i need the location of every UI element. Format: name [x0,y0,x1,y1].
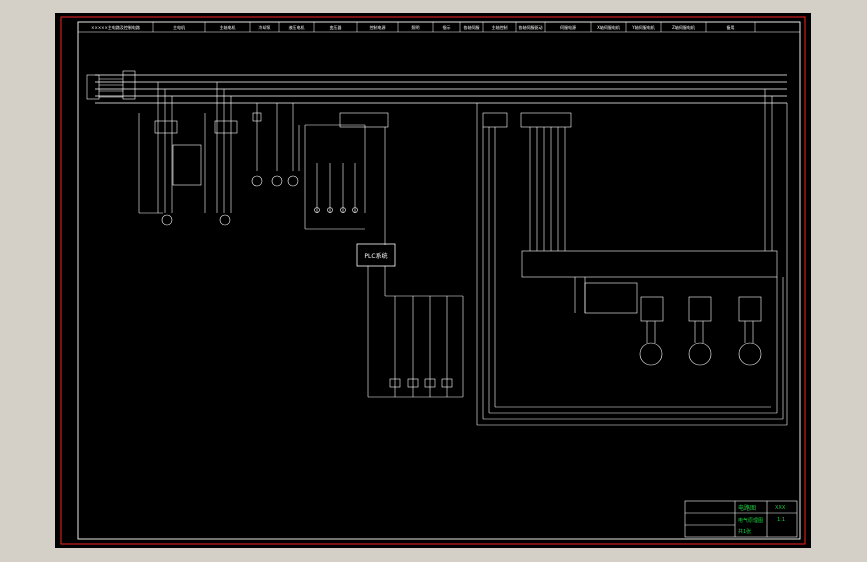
header-cell-label: 各轴伺服驱动 [519,24,543,30]
servo-drive-bus [521,250,778,278]
header-cell-label: 变压器 [330,24,342,30]
control-transformer [304,112,389,245]
inner-border [77,21,801,540]
title-drawing-name: 电路图 [738,504,756,512]
header-cell-label: 主轴电机 [220,24,236,30]
schematic-drawing: ×××××主电路及控制电路 主电机 主轴电机 冷却泵 液压电机 变压器 控制电源 照明 指示 各轴… [60,16,806,545]
servo-motor-z-icon [738,342,762,366]
plc-box: PLC系统 [356,243,396,267]
header-cell-label: 备用 [727,24,735,30]
title-block: 电路图 电气原理图 1:1 XXX 共1张 [684,500,798,538]
servo-motor-x-icon [639,342,663,366]
header-cell-label: 各轴伺服 [464,24,480,30]
cad-viewport[interactable]: ×××××主电路及控制电路 主电机 主轴电机 冷却泵 液压电机 变压器 控制电源 照明 指示 各轴… [55,13,811,548]
title-scale: 1:1 [777,517,785,523]
header-cell-label: 伺服电源 [560,24,576,30]
header-cell-label: 照明 [412,25,420,30]
main-busbars [95,74,787,104]
relay-ladder [367,266,464,398]
servo-section [476,89,788,426]
servo-motor-y-icon [688,342,712,366]
servo-motors [574,277,762,366]
motor-circuit-2 [204,82,238,226]
title-sub-name: 电气原理图 [738,517,763,524]
header-cell-label: Z轴伺服电机 [672,24,695,30]
header-cell-label: X轴伺服电机 [597,24,620,30]
header-cell-label: 冷却泵 [259,24,271,30]
auxiliary-motors [251,103,300,187]
header-strip: ×××××主电路及控制电路 主电机 主轴电机 冷却泵 液压电机 变压器 控制电源 照明 指示 各轴… [78,22,800,33]
header-cell-label: Y轴伺服电机 [631,24,654,30]
title-code: XXX [775,505,786,511]
title-sheet: 共1张 [738,528,751,535]
header-cell-label: ×××××主电路及控制电路 [91,24,140,30]
header-cell-label: 主轴控制 [492,24,508,30]
header-cell-label: 液压电机 [289,24,305,30]
header-cell-label: 控制电源 [370,24,386,30]
header-cell-label: 指示 [443,24,451,30]
header-cell-label: 主电机 [173,24,185,30]
motor-circuit-1 [138,82,202,226]
plc-box-label: PLC系统 [364,252,387,260]
